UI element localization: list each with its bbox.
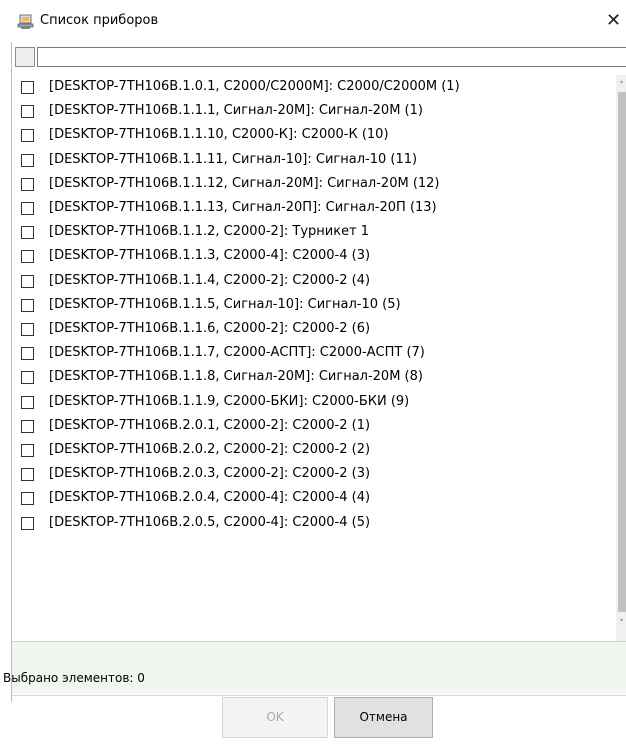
item-checkbox[interactable] (21, 129, 34, 143)
scroll-down-icon[interactable]: ˅ (616, 619, 626, 629)
item-label: [DESKTOP-7TH106B.1.1.9, С2000-БКИ]: С200… (49, 393, 410, 409)
list-item[interactable]: [DESKTOP-7TH106B.2.0.2, С2000-2]: С2000-… (12, 438, 615, 462)
item-checkbox[interactable] (21, 516, 34, 530)
item-label: [DESKTOP-7TH106B.1.1.13, Сигнал-20П]: Си… (49, 200, 437, 215)
scroll-thumb[interactable] (618, 92, 626, 612)
item-checkbox[interactable] (21, 492, 34, 506)
list-item[interactable]: [DESKTOP-7TH106B.1.1.7, С2000-АСПТ]: С20… (12, 341, 615, 365)
list-item[interactable]: [DESKTOP-7TH106B.1.1.10, С2000-К]: С2000… (12, 123, 615, 147)
device-list-icon (17, 14, 34, 29)
item-label: [DESKTOP-7TH106B.1.1.1, Сигнал-20М]: Сиг… (49, 103, 423, 119)
list-item[interactable]: [DESKTOP-7TH106B.1.1.9, С2000-БКИ]: С200… (12, 390, 615, 414)
device-list: [DESKTOP-7TH106B.1.0.1, С2000/С2000М]: С… (12, 75, 626, 641)
close-icon[interactable]: ✕ (606, 10, 626, 32)
item-checkbox[interactable] (21, 419, 34, 433)
item-checkbox[interactable] (21, 226, 34, 240)
list-item[interactable]: [DESKTOP-7TH106B.1.1.12, Сигнал-20М]: Си… (12, 172, 615, 196)
item-label: [DESKTOP-7TH106B.1.1.4, С2000-2]: С2000-… (49, 272, 371, 288)
item-checkbox[interactable] (21, 347, 34, 361)
item-checkbox[interactable] (21, 202, 34, 215)
list-item[interactable]: [DESKTOP-7TH106B.1.0.1, С2000/С2000М]: С… (12, 75, 615, 99)
list-item[interactable]: [DESKTOP-7TH106B.2.0.1, С2000-2]: С2000-… (12, 414, 615, 438)
item-label: [DESKTOP-7TH106B.2.0.2, С2000-2]: С2000-… (49, 442, 371, 457)
list-item[interactable]: [DESKTOP-7TH106B.1.1.2, С2000-2]: Турник… (12, 220, 615, 244)
item-label: [DESKTOP-7TH106B.1.1.5, Сигнал-10]: Сигн… (49, 296, 401, 312)
list-item[interactable]: [DESKTOP-7TH106B.2.0.4, С2000-4]: С2000-… (12, 486, 615, 510)
list-item[interactable]: [DESKTOP-7TH106B.2.0.3, С2000-2]: С2000-… (12, 462, 615, 486)
scroll-up-icon[interactable]: ˄ (616, 81, 626, 91)
item-checkbox[interactable] (21, 274, 34, 288)
window-title: Список приборов (40, 13, 159, 28)
list-item[interactable]: [DESKTOP-7TH106B.2.0.5, С2000-4]: С2000-… (12, 511, 615, 535)
list-item[interactable]: [DESKTOP-7TH106B.1.1.11, Сигнал-10]: Сиг… (12, 148, 615, 172)
button-bar: OK Отмена (12, 695, 626, 745)
item-label: [DESKTOP-7TH106B.1.1.7, С2000-АСПТ]: С20… (49, 345, 425, 361)
item-label: [DESKTOP-7TH106B.2.0.1, С2000-2]: С2000-… (49, 417, 371, 433)
title-bar: Список приборов ✕ (0, 0, 626, 42)
item-checkbox[interactable] (21, 153, 34, 167)
item-checkbox[interactable] (21, 105, 34, 119)
item-label: [DESKTOP-7TH106B.1.1.3, С2000-4]: С2000-… (49, 248, 371, 264)
selected-count: Выбрано элементов: 0 (3, 671, 145, 685)
item-checkbox[interactable] (21, 177, 34, 191)
vertical-scrollbar[interactable]: ˄ ˅ (616, 75, 626, 641)
filter-input[interactable] (37, 47, 626, 67)
item-label: [DESKTOP-7TH106B.1.1.12, Сигнал-20М]: Си… (49, 175, 440, 191)
item-checkbox[interactable] (21, 323, 34, 336)
item-label: [DESKTOP-7TH106B.1.1.10, С2000-К]: С2000… (49, 127, 389, 143)
item-label: [DESKTOP-7TH106B.2.0.3, С2000-2]: С2000-… (49, 466, 371, 482)
item-label: [DESKTOP-7TH106B.1.0.1, С2000/С2000М]: С… (49, 79, 460, 94)
list-item[interactable]: [DESKTOP-7TH106B.1.1.3, С2000-4]: С2000-… (12, 244, 615, 268)
list-item[interactable]: [DESKTOP-7TH106B.1.1.6, С2000-2]: С2000-… (12, 317, 615, 341)
item-checkbox[interactable] (21, 468, 34, 482)
item-checkbox[interactable] (21, 444, 34, 457)
item-label: [DESKTOP-7TH106B.2.0.5, С2000-4]: С2000-… (49, 514, 371, 530)
cancel-button[interactable]: Отмена (334, 697, 433, 738)
dialog-body: [DESKTOP-7TH106B.1.0.1, С2000/С2000М]: С… (3, 42, 626, 745)
select-all-checkbox[interactable] (15, 47, 35, 67)
item-checkbox[interactable] (21, 81, 34, 94)
list-item[interactable]: [DESKTOP-7TH106B.1.1.5, Сигнал-10]: Сигн… (12, 293, 615, 317)
list-item[interactable]: [DESKTOP-7TH106B.1.1.8, Сигнал-20М]: Сиг… (12, 365, 615, 389)
item-label: [DESKTOP-7TH106B.2.0.4, С2000-4]: С2000-… (49, 490, 371, 506)
ok-button[interactable]: OK (222, 697, 328, 738)
item-checkbox[interactable] (21, 395, 34, 409)
item-label: [DESKTOP-7TH106B.1.1.6, С2000-2]: С2000-… (49, 321, 371, 336)
item-checkbox[interactable] (21, 298, 34, 312)
item-checkbox[interactable] (21, 250, 34, 264)
list-item[interactable]: [DESKTOP-7TH106B.1.1.4, С2000-2]: С2000-… (12, 269, 615, 293)
list-item[interactable]: [DESKTOP-7TH106B.1.1.13, Сигнал-20П]: Си… (12, 196, 615, 220)
item-label: [DESKTOP-7TH106B.1.1.8, Сигнал-20М]: Сиг… (49, 369, 423, 385)
status-panel: Выбрано элементов: 0 (3, 641, 626, 694)
device-list-dialog: Список приборов ✕ [DESKTOP-7TH106B.1.0.1… (0, 0, 626, 745)
item-label: [DESKTOP-7TH106B.1.1.11, Сигнал-10]: Сиг… (49, 151, 418, 167)
item-label: [DESKTOP-7TH106B.1.1.2, С2000-2]: Турник… (49, 224, 370, 240)
filter-row (12, 42, 626, 74)
list-item[interactable]: [DESKTOP-7TH106B.1.1.1, Сигнал-20М]: Сиг… (12, 99, 615, 123)
item-checkbox[interactable] (21, 371, 34, 385)
